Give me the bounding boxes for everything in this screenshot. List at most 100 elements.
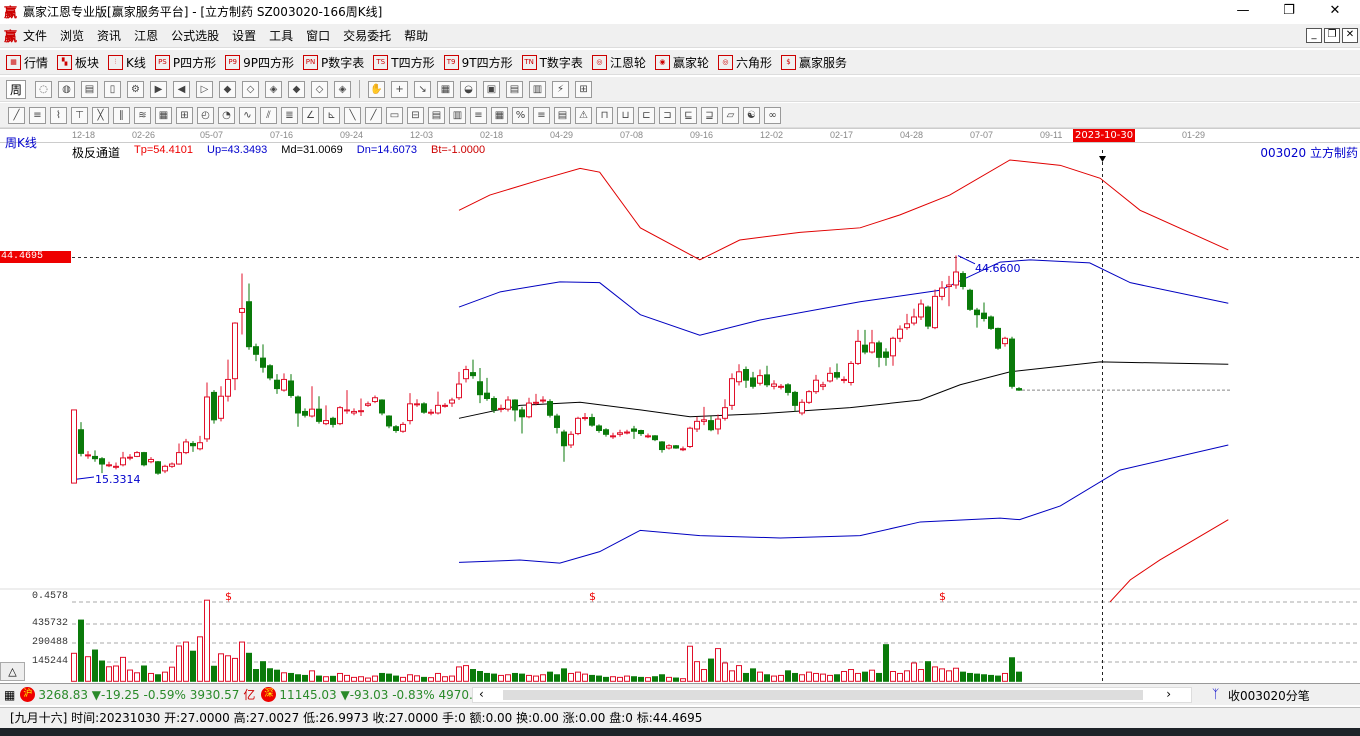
chart-tool-icon[interactable]: ◌: [35, 80, 53, 98]
volume-bar: [442, 676, 448, 682]
drawing-tool-icon[interactable]: ⊞: [176, 106, 193, 124]
drawing-tool-icon[interactable]: ▤: [428, 106, 445, 124]
menu-settings[interactable]: 设置: [232, 27, 256, 44]
drawing-tool-icon[interactable]: ⫽: [260, 106, 277, 124]
drawing-tool-icon[interactable]: ▥: [449, 106, 466, 124]
mdi-close-button[interactable]: ✕: [1342, 28, 1358, 43]
toolbar-item-11[interactable]: ◎ 六角形: [717, 54, 772, 71]
drawing-tool-icon[interactable]: ⊓: [596, 106, 613, 124]
drawing-tool-icon[interactable]: ⊒: [701, 106, 718, 124]
chart-tool-icon[interactable]: ⊞: [575, 80, 593, 98]
chart-tool-icon[interactable]: ↘: [414, 80, 432, 98]
close-button[interactable]: ✕: [1312, 0, 1358, 23]
drawing-tool-icon[interactable]: ◴: [197, 106, 214, 124]
toolbar-item-12[interactable]: $ 赢家服务: [780, 54, 847, 71]
drawing-tool-icon[interactable]: ╱: [365, 106, 382, 124]
drawing-tool-icon[interactable]: ⊟: [407, 106, 424, 124]
toolbar-item-2[interactable]: ⫶ K线: [108, 54, 146, 71]
drawing-tool-icon[interactable]: ⊔: [617, 106, 634, 124]
chart-tool-icon[interactable]: ◀: [173, 80, 191, 98]
drawing-tool-icon[interactable]: ≋: [134, 106, 151, 124]
drawing-tool-icon[interactable]: ∥: [113, 106, 130, 124]
toolbar-item-9[interactable]: ◎ 江恩轮: [591, 54, 646, 71]
chart-tool-icon[interactable]: ▦: [437, 80, 455, 98]
drawing-tool-icon[interactable]: ≡: [29, 106, 46, 124]
calendar-icon[interactable]: ▦: [4, 688, 15, 702]
drawing-tool-icon[interactable]: ∞: [764, 106, 781, 124]
chart-tool-icon[interactable]: +: [391, 80, 409, 98]
scroll-thumb[interactable]: [503, 690, 1143, 700]
menu-gann[interactable]: 江恩: [134, 27, 158, 44]
toolbar-item-6[interactable]: TS T四方形: [373, 54, 435, 71]
chart-tool-icon[interactable]: ◆: [219, 80, 237, 98]
menu-help[interactable]: 帮助: [404, 27, 428, 44]
menu-file[interactable]: 文件: [23, 27, 47, 44]
chart-tool-icon[interactable]: ▷: [196, 80, 214, 98]
toolbar-item-5[interactable]: PN P数字表: [303, 54, 364, 71]
chart-tool-icon[interactable]: ◒: [460, 80, 478, 98]
chart-tool-icon[interactable]: ▤: [81, 80, 99, 98]
chart-tool-icon[interactable]: ◇: [311, 80, 329, 98]
drawing-tool-icon[interactable]: ▭: [386, 106, 403, 124]
horizontal-scrollbar[interactable]: ‹ ›: [472, 687, 1192, 703]
drawing-tool-icon[interactable]: ☯: [743, 106, 760, 124]
chart-tool-icon[interactable]: ◈: [265, 80, 283, 98]
drawing-tool-icon[interactable]: ╲: [344, 106, 361, 124]
drawing-tool-icon[interactable]: ▤: [554, 106, 571, 124]
chart-tool-icon[interactable]: ▣: [483, 80, 501, 98]
menu-window[interactable]: 窗口: [306, 27, 330, 44]
chart-tool-icon[interactable]: ◈: [334, 80, 352, 98]
chart-tool-icon[interactable]: ▥: [529, 80, 547, 98]
drawing-tool-icon[interactable]: ≡: [470, 106, 487, 124]
toolbar-item-3[interactable]: PS P四方形: [154, 54, 216, 71]
chart-tool-icon[interactable]: ⚙: [127, 80, 145, 98]
menu-tools[interactable]: 工具: [269, 27, 293, 44]
drawing-tool-icon[interactable]: ⊏: [638, 106, 655, 124]
drawing-tool-icon[interactable]: ⊾: [323, 106, 340, 124]
chart-tool-icon[interactable]: ▶: [150, 80, 168, 98]
expand-panel-button[interactable]: △: [0, 662, 25, 681]
drawing-tool-icon[interactable]: ▦: [155, 106, 172, 124]
drawing-tool-icon[interactable]: ≡: [533, 106, 550, 124]
period-select[interactable]: 周: [6, 79, 27, 99]
drawing-tool-icon[interactable]: ╱: [8, 106, 25, 124]
mdi-restore-button[interactable]: ❐: [1324, 28, 1340, 43]
scroll-right-button[interactable]: ›: [1166, 687, 1171, 701]
chart-tool-icon[interactable]: ▯: [104, 80, 122, 98]
drawing-tool-icon[interactable]: ⊐: [659, 106, 676, 124]
chart-tool-icon[interactable]: ⚡: [552, 80, 570, 98]
drawing-tool-icon[interactable]: ≣: [281, 106, 298, 124]
toolbar-item-10[interactable]: ◉ 赢家轮: [654, 54, 709, 71]
menu-formula[interactable]: 公式选股: [171, 27, 219, 44]
chart-tool-icon[interactable]: ◆: [288, 80, 306, 98]
drawing-tool-icon[interactable]: ⊤: [71, 106, 88, 124]
maximize-button[interactable]: ❐: [1266, 0, 1312, 23]
drawing-tool-icon[interactable]: ∿: [239, 106, 256, 124]
drawing-tool-icon[interactable]: ◔: [218, 106, 235, 124]
chart-tool-icon[interactable]: ✋: [368, 80, 386, 98]
shanghai-index[interactable]: 3268.83 ▼-19.25 -0.59% 3930.57: [38, 688, 239, 702]
drawing-tool-icon[interactable]: ⊑: [680, 106, 697, 124]
drawing-tool-icon[interactable]: %: [512, 106, 529, 124]
scroll-left-button[interactable]: ‹: [479, 687, 484, 701]
drawing-tool-icon[interactable]: ∠: [302, 106, 319, 124]
chart-tool-icon[interactable]: ▤: [506, 80, 524, 98]
chart-tool-icon[interactable]: ◇: [242, 80, 260, 98]
drawing-tool-icon[interactable]: ╳: [92, 106, 109, 124]
toolbar-item-1[interactable]: ▚ 板块: [57, 54, 99, 71]
minimize-button[interactable]: —: [1220, 0, 1266, 23]
drawing-tool-icon[interactable]: ⌇: [50, 106, 67, 124]
toolbar-item-8[interactable]: TN T数字表: [521, 54, 583, 71]
menu-trade[interactable]: 交易委托: [343, 27, 391, 44]
mdi-minimize-button[interactable]: _: [1306, 28, 1322, 43]
toolbar-item-4[interactable]: P9 9P四方形: [225, 54, 294, 71]
drawing-tool-icon[interactable]: ▱: [722, 106, 739, 124]
shenzhen-index[interactable]: 11145.03 ▼-93.03 -0.83% 4970.20: [279, 688, 488, 702]
drawing-tool-icon[interactable]: ▦: [491, 106, 508, 124]
drawing-tool-icon[interactable]: ⚠: [575, 106, 592, 124]
toolbar-item-0[interactable]: ▦ 行情: [6, 54, 48, 71]
toolbar-item-7[interactable]: T9 9T四方形: [443, 54, 513, 71]
menu-browse[interactable]: 浏览: [60, 27, 84, 44]
chart-tool-icon[interactable]: ◍: [58, 80, 76, 98]
menu-info[interactable]: 资讯: [97, 27, 121, 44]
